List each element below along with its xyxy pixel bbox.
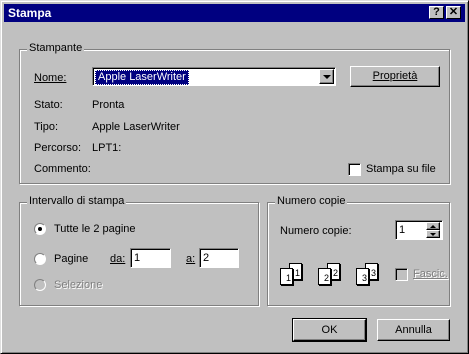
copies-group: Numero copie Numero copie: 1 1 1 2 2 3 3… <box>267 195 450 306</box>
selection-label: Selezione <box>54 279 103 291</box>
printer-dropdown-button[interactable] <box>319 69 334 84</box>
pages-label[interactable]: Pagine <box>54 253 88 265</box>
copies-count-value: 1 <box>399 224 406 236</box>
copies-count-input[interactable]: 1 <box>395 220 443 240</box>
print-to-file-checkbox[interactable] <box>348 163 361 176</box>
collate-page-icon: 1 <box>280 268 293 285</box>
to-page-input[interactable]: 2 <box>199 248 239 268</box>
printer-name-select[interactable]: Apple LaserWriter <box>92 67 336 86</box>
print-to-file-label[interactable]: Stampa su file <box>366 163 436 175</box>
print-range-group: Intervallo di stampa Tutte le 2 pagine P… <box>19 195 259 306</box>
type-value: Apple LaserWriter <box>92 121 180 133</box>
printer-group: Stampante Nome: Apple LaserWriter Propri… <box>19 42 450 184</box>
from-label: da: <box>110 253 126 265</box>
collate-page-icon: 2 <box>318 268 331 285</box>
all-pages-radio[interactable] <box>34 223 46 235</box>
copies-group-label: Numero copie <box>275 195 348 207</box>
collate-page-icon: 3 <box>356 268 369 285</box>
comment-label: Commento: <box>34 163 91 175</box>
properties-button-label: Proprietà <box>372 70 418 82</box>
title-bar: Stampa ? ✕ <box>4 4 465 22</box>
pages-radio[interactable] <box>34 253 46 265</box>
path-value: LPT1: <box>92 142 122 154</box>
chevron-down-icon <box>323 75 331 79</box>
to-label: a: <box>186 253 196 265</box>
status-label: Stato: <box>34 99 63 111</box>
arrow-up-icon <box>430 225 436 228</box>
print-range-group-label: Intervallo di stampa <box>27 195 127 207</box>
printer-group-label: Stampante <box>27 42 85 54</box>
collate-checkbox[interactable] <box>395 268 408 281</box>
from-page-value: 1 <box>134 252 141 264</box>
printer-name-value: Apple LaserWriter <box>95 70 189 85</box>
close-button[interactable]: ✕ <box>446 6 461 19</box>
spin-up-button[interactable] <box>426 222 440 230</box>
all-pages-label[interactable]: Tutte le 2 pagine <box>54 223 136 235</box>
cancel-button[interactable]: Annulla <box>377 319 450 341</box>
type-label: Tipo: <box>34 121 59 133</box>
properties-button[interactable]: Proprietà <box>350 66 440 87</box>
window-title: Stampa <box>8 6 52 20</box>
ok-button[interactable]: OK <box>292 318 367 342</box>
selection-radio[interactable] <box>34 279 46 291</box>
copies-count-label: Numero copie: <box>280 225 352 237</box>
path-label: Percorso: <box>34 142 82 154</box>
collate-label: Fascic. <box>413 268 448 280</box>
help-button[interactable]: ? <box>429 6 444 19</box>
arrow-down-icon <box>430 233 436 236</box>
printer-name-label: Nome: <box>34 72 67 84</box>
status-value: Pronta <box>92 99 125 111</box>
from-page-input[interactable]: 1 <box>130 248 171 268</box>
radio-selected-dot <box>38 227 42 231</box>
spin-down-button[interactable] <box>426 230 440 238</box>
to-page-value: 2 <box>203 252 210 264</box>
print-dialog: Stampa ? ✕ Stampante Nome: Apple LaserWr… <box>0 0 469 354</box>
